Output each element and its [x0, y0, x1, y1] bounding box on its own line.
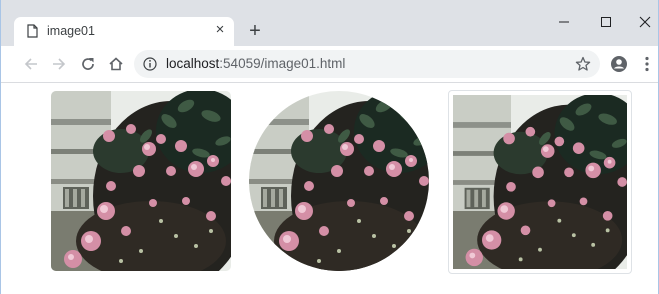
reload-icon[interactable]	[78, 54, 98, 74]
browser-toolbar: localhost:54059/image01.html	[1, 46, 658, 83]
thumbnail-frame	[448, 90, 632, 274]
circle-image	[249, 91, 429, 271]
info-icon[interactable]	[143, 57, 157, 71]
page-icon	[27, 24, 38, 38]
rounded-image	[51, 91, 231, 271]
url-text[interactable]: localhost:54059/image01.html	[166, 56, 345, 71]
tab-close-icon[interactable]: ×	[212, 22, 228, 38]
home-icon[interactable]	[106, 54, 126, 74]
minimize-icon[interactable]	[554, 12, 574, 32]
page-content	[1, 83, 658, 294]
tab-title: image01	[47, 24, 95, 38]
new-tab-icon[interactable]: +	[245, 21, 265, 41]
account-icon[interactable]	[609, 54, 629, 74]
url-host: localhost	[166, 56, 220, 71]
menu-kebab-icon[interactable]	[637, 54, 657, 74]
forward-arrow-icon[interactable]	[49, 54, 69, 74]
maximize-icon[interactable]	[596, 12, 616, 32]
close-icon[interactable]	[635, 12, 655, 32]
address-bar[interactable]: localhost:54059/image01.html	[134, 50, 600, 78]
url-path: :54059/image01.html	[219, 56, 346, 71]
thumbnail-image	[453, 95, 627, 269]
star-icon[interactable]	[575, 56, 591, 72]
browser-tab[interactable]: image01 ×	[14, 17, 234, 46]
browser-window: image01 × + localhost:54059/image01.html	[0, 0, 659, 294]
back-arrow-icon[interactable]	[21, 54, 41, 74]
tab-strip: image01 × +	[1, 0, 658, 46]
